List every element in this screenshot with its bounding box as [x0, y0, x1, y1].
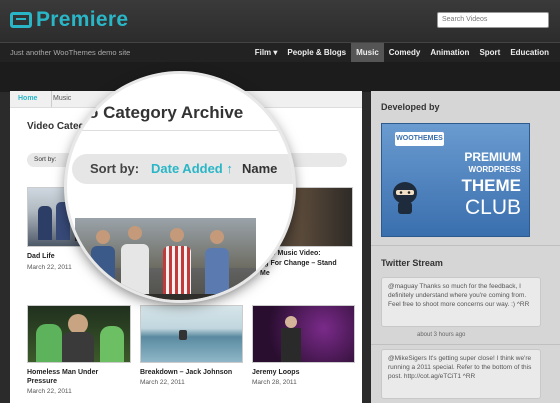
- header-band: [0, 62, 560, 92]
- video-title-cont[interactable]: ng For Change – Stand: [260, 259, 337, 268]
- breadcrumb-separator: [43, 91, 52, 107]
- ad-line-theme: THEME: [461, 176, 522, 195]
- nav-bar: Just another WooThemes demo site Film ▾ …: [0, 42, 560, 63]
- ninja-mascot-icon: [393, 182, 417, 214]
- tweet: @maguay Thanks so much for the feedback,…: [381, 277, 541, 327]
- nav-item-people-blogs[interactable]: People & Blogs: [282, 43, 351, 63]
- nav-item-sport[interactable]: Sport: [474, 43, 505, 63]
- video-title[interactable]: Breakdown – Jack Johnson: [140, 368, 232, 377]
- tweet-time[interactable]: about 3 hours ago: [417, 332, 465, 338]
- breadcrumb-current: Music: [53, 95, 72, 102]
- sort-label: Sort by:: [34, 156, 57, 163]
- magnified-page-title: o Category Archive: [88, 103, 244, 122]
- tweet: @MikeSigers It's getting super close! I …: [381, 349, 541, 399]
- sort-date-added-link[interactable]: Date Added ↑: [151, 161, 233, 176]
- video-title[interactable]: Dad Life: [27, 252, 55, 261]
- top-bar: Premiere Search Videos: [0, 0, 560, 42]
- woothemes-ad-banner[interactable]: WOOTHEMES PREMIUM WORDPRESS THEME CLUB: [381, 123, 530, 237]
- video-title[interactable]: Jeremy Loops: [252, 368, 299, 377]
- sort-name-link[interactable]: Name: [242, 161, 277, 176]
- video-thumbnail-breakdown[interactable]: [140, 305, 243, 363]
- sidebar-divider: [371, 344, 560, 345]
- developed-by-heading: Developed by: [381, 102, 440, 112]
- ad-line-club: CLUB: [464, 196, 521, 219]
- nav-item-comedy[interactable]: Comedy: [384, 43, 426, 63]
- twitter-stream-heading: Twitter Stream: [381, 258, 443, 268]
- video-title-cont[interactable]: Me: [260, 269, 270, 278]
- video-date: March 22, 2011: [27, 388, 72, 395]
- ad-line-wordpress: WORDPRESS: [468, 165, 521, 174]
- site-logo[interactable]: Premiere: [10, 8, 129, 31]
- video-thumbnail-homeless-man[interactable]: [27, 305, 131, 363]
- magnified-sort-label: Sort by:: [90, 161, 140, 176]
- woothemes-logo: WOOTHEMES: [395, 132, 444, 146]
- breadcrumb-home[interactable]: Home: [18, 95, 37, 102]
- sidebar-divider: [371, 245, 560, 246]
- search-input[interactable]: Search Videos: [437, 12, 549, 28]
- video-date: March 28, 2011: [252, 379, 297, 386]
- magnifier-lens: o Category Archive Sort by: Date Added ↑…: [67, 74, 293, 300]
- sidebar: Developed by WOOTHEMES PREMIUM WORDPRESS…: [371, 91, 560, 403]
- nav-item-education[interactable]: Education: [505, 43, 554, 63]
- logo-text: Premiere: [36, 8, 129, 31]
- nav-item-film[interactable]: Film ▾: [250, 43, 283, 63]
- video-date: March 22, 2011: [27, 264, 72, 271]
- nav-item-music[interactable]: Music: [351, 43, 384, 63]
- video-title-cont[interactable]: Pressure: [27, 377, 57, 386]
- video-date: March 22, 2011: [140, 379, 185, 386]
- video-title[interactable]: Homeless Man Under: [27, 368, 98, 377]
- ad-line-premium: PREMIUM: [464, 150, 521, 164]
- magnified-video-thumbnail[interactable]: [75, 218, 256, 300]
- nav-item-animation[interactable]: Animation: [425, 43, 474, 63]
- magnified-sort-bar: Sort by: Date Added ↑ Name: [72, 154, 293, 184]
- tv-icon: [10, 12, 32, 28]
- site-tagline: Just another WooThemes demo site: [10, 48, 131, 57]
- video-thumbnail-jeremy-loops[interactable]: [252, 305, 355, 363]
- magnified-divider: [67, 130, 293, 131]
- main-nav: Film ▾ People & Blogs Music Comedy Anima…: [250, 43, 554, 63]
